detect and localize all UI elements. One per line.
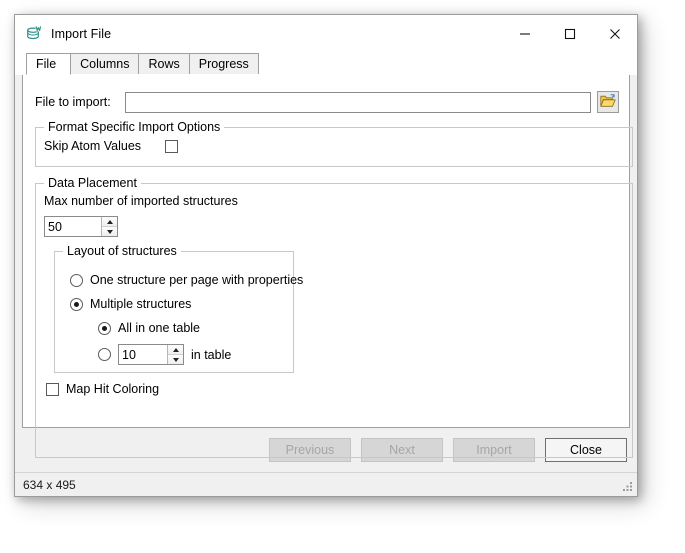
arrow-up-icon <box>107 220 113 224</box>
arrow-up-icon <box>173 348 179 352</box>
title-bar: Import File <box>15 15 637 52</box>
radio-multiple-structures-label: Multiple structures <box>90 297 191 311</box>
radio-one-structure-per-page-label: One structure per page with properties <box>90 273 303 287</box>
data-placement-group-title: Data Placement <box>44 176 141 190</box>
file-to-import-label: File to import: <box>35 95 111 109</box>
tab-content-file: File to import: Format Specific Imp <box>22 75 630 428</box>
radio-multiple-structures[interactable]: Multiple structures <box>70 297 191 311</box>
max-structures-decrement-button[interactable] <box>102 227 117 236</box>
structures-per-table-increment-button[interactable] <box>168 345 183 355</box>
skip-atom-values-label: Skip Atom Values <box>44 139 141 153</box>
layout-group-title: Layout of structures <box>63 244 181 258</box>
open-folder-icon <box>600 94 616 111</box>
tab-rows[interactable]: Rows <box>138 53 189 75</box>
format-options-group-title: Format Specific Import Options <box>44 120 224 134</box>
structures-per-table-input[interactable] <box>119 345 167 364</box>
tab-progress[interactable]: Progress <box>189 53 259 75</box>
skip-atom-values-checkbox[interactable] <box>165 140 178 153</box>
window-title: Import File <box>51 27 111 41</box>
max-structures-label: Max number of imported structures <box>44 194 238 208</box>
radio-one-structure-per-page[interactable]: One structure per page with properties <box>70 273 303 287</box>
arrow-down-icon <box>173 358 179 362</box>
minimize-icon[interactable] <box>502 15 547 52</box>
radio-all-in-one-table[interactable]: All in one table <box>98 321 200 335</box>
layout-of-structures-group: Layout of structures One structure per p… <box>54 251 294 373</box>
skip-atom-values-row: Skip Atom Values <box>44 139 178 153</box>
map-hit-coloring-label: Map Hit Coloring <box>66 382 159 396</box>
data-placement-group: Data Placement Max number of imported st… <box>35 183 633 458</box>
tab-file[interactable]: File <box>26 53 71 75</box>
window-size-text: 634 x 495 <box>23 478 76 492</box>
title-bar-left: Import File <box>15 25 111 42</box>
browse-file-button[interactable] <box>597 91 619 113</box>
radio-one-structure-per-page-indicator[interactable] <box>70 274 83 287</box>
radio-n-in-table-label: in table <box>191 348 231 362</box>
resize-grip-icon[interactable] <box>621 480 634 493</box>
arrow-down-icon <box>107 230 113 234</box>
radio-all-in-one-table-indicator[interactable] <box>98 322 111 335</box>
page-background: Import File File Columns Rows Progress <box>0 0 685 553</box>
tab-columns[interactable]: Columns <box>70 53 139 75</box>
map-hit-coloring-checkbox[interactable] <box>46 383 59 396</box>
maximize-icon[interactable] <box>547 15 592 52</box>
structures-per-table-stepper[interactable] <box>118 344 184 365</box>
close-icon[interactable] <box>592 15 637 52</box>
window-controls <box>502 15 637 52</box>
structures-per-table-spin-buttons <box>167 345 183 364</box>
file-to-import-row: File to import: <box>35 91 619 113</box>
radio-n-in-table-indicator[interactable] <box>98 348 111 361</box>
radio-n-in-table[interactable]: in table <box>98 344 231 365</box>
file-to-import-input[interactable] <box>125 92 591 113</box>
map-hit-coloring-row[interactable]: Map Hit Coloring <box>46 382 159 396</box>
max-structures-increment-button[interactable] <box>102 217 117 227</box>
database-structure-icon <box>26 25 43 42</box>
structures-per-table-decrement-button[interactable] <box>168 355 183 364</box>
format-specific-import-options-group: Format Specific Import Options Skip Atom… <box>35 127 633 167</box>
import-file-window: Import File File Columns Rows Progress <box>14 14 638 497</box>
max-structures-stepper[interactable] <box>44 216 118 237</box>
radio-all-in-one-table-label: All in one table <box>118 321 200 335</box>
max-structures-input[interactable] <box>45 217 101 236</box>
radio-multiple-structures-indicator[interactable] <box>70 298 83 311</box>
max-structures-spin-buttons <box>101 217 117 236</box>
status-bar: 634 x 495 <box>15 472 637 496</box>
tab-strip: File Columns Rows Progress <box>15 52 637 75</box>
